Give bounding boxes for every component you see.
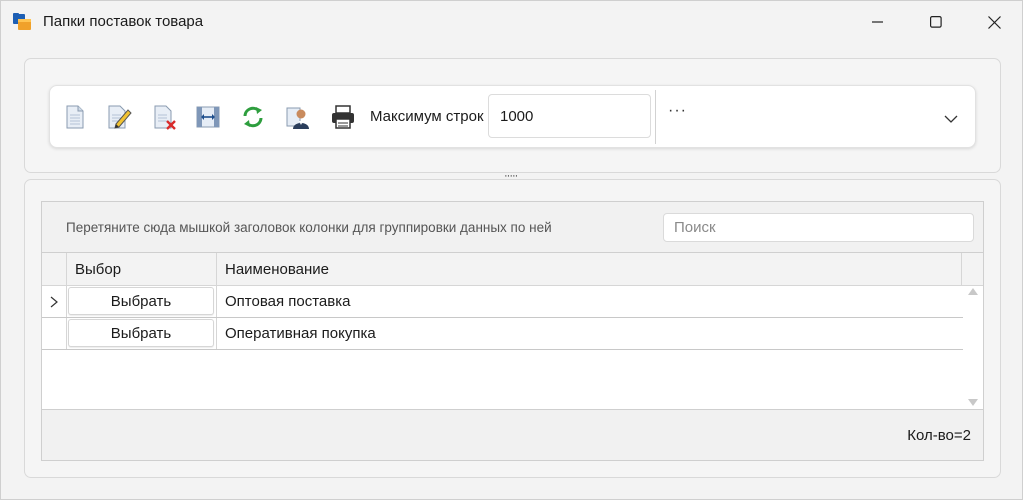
scroll-up-icon[interactable] — [968, 288, 978, 295]
row-indicator — [42, 318, 67, 349]
column-header-select[interactable]: Выбор — [67, 253, 217, 286]
name-cell[interactable]: Оптовая поставка — [217, 286, 350, 317]
search-input[interactable] — [663, 213, 974, 242]
maximize-button[interactable] — [907, 1, 965, 43]
minimize-button[interactable] — [849, 1, 907, 43]
minimize-icon — [872, 21, 883, 23]
header-row-indicator — [42, 253, 67, 286]
select-button[interactable]: Выбрать — [68, 287, 214, 315]
table-row[interactable]: Выбрать Оперативная покупка — [42, 318, 963, 350]
more-options-button[interactable]: ··· — [668, 102, 687, 120]
delete-document-icon[interactable] — [150, 102, 180, 132]
chevron-down-icon[interactable] — [943, 111, 959, 127]
scroll-down-icon[interactable] — [968, 399, 978, 406]
user-icon[interactable] — [283, 102, 313, 132]
column-header-row: Выбор Наименование — [42, 253, 983, 286]
chevron-right-icon — [50, 296, 58, 307]
new-document-icon[interactable] — [60, 102, 90, 132]
column-header-name[interactable]: Наименование — [217, 253, 962, 286]
close-button[interactable] — [965, 1, 1023, 43]
toolbar: Максимум строк ··· — [49, 85, 976, 148]
table-row[interactable]: Выбрать Оптовая поставка — [42, 286, 963, 318]
data-grid: Перетяните сюда мышкой заголовок колонки… — [41, 201, 984, 461]
name-cell[interactable]: Оперативная покупка — [217, 318, 376, 349]
grid-body: Выбор Наименование Выбрать Оптовая поста… — [42, 252, 983, 410]
select-cell: Выбрать — [67, 286, 217, 317]
print-icon[interactable] — [328, 102, 358, 132]
folders-app-icon — [13, 13, 31, 30]
max-rows-label: Максимум строк — [370, 108, 484, 125]
title-bar: Папки поставок товара — [1, 1, 1022, 43]
select-button[interactable]: Выбрать — [68, 319, 214, 347]
group-panel-hint[interactable]: Перетяните сюда мышкой заголовок колонки… — [66, 220, 552, 235]
close-icon — [987, 15, 1001, 29]
max-rows-input[interactable] — [488, 94, 651, 138]
vertical-scrollbar[interactable] — [963, 286, 983, 409]
row-count: Кол-во=2 — [907, 427, 971, 444]
columns-width-icon[interactable] — [193, 102, 223, 132]
row-indicator — [42, 286, 67, 317]
app-window: Папки поставок товара Максимум строк 100… — [0, 0, 1023, 500]
header-filler — [962, 253, 983, 286]
select-cell: Выбрать — [67, 318, 217, 349]
toolbar-separator — [655, 90, 656, 144]
edit-document-icon[interactable] — [104, 102, 134, 132]
window-title: Папки поставок товара — [43, 13, 204, 30]
maximize-icon — [930, 16, 942, 28]
refresh-icon[interactable] — [238, 102, 268, 132]
